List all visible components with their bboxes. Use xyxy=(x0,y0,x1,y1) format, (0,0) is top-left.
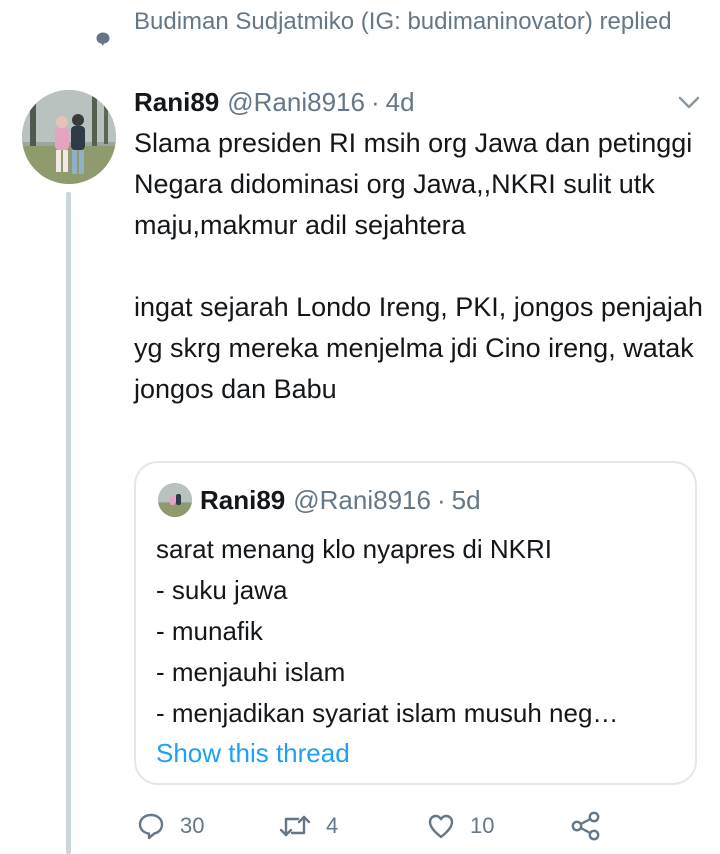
quoted-timestamp: 5d xyxy=(451,484,481,515)
reply-button[interactable]: 30 xyxy=(136,806,204,846)
quoted-header: Rani89 @Rani8916 · 5d xyxy=(200,481,481,519)
quoted-author-name: Rani89 xyxy=(200,484,286,515)
chevron-down-icon[interactable] xyxy=(678,96,700,110)
show-thread-link[interactable]: Show this thread xyxy=(156,735,350,771)
share-icon xyxy=(570,811,602,841)
reply-count: 30 xyxy=(180,813,205,838)
reply-icon xyxy=(136,811,166,841)
quoted-tweet-text: sarat menang klo nyapres di NKRI - suku … xyxy=(156,534,619,728)
share-button[interactable] xyxy=(570,806,602,846)
like-button[interactable]: 10 xyxy=(426,806,494,846)
quoted-separator-dot: · xyxy=(436,484,446,515)
quoted-author-handle: @Rani8916 xyxy=(293,484,431,515)
retweet-button[interactable]: 4 xyxy=(278,806,338,846)
replied-context[interactable]: Budiman Sudjatmiko (IG: budimaninovator)… xyxy=(134,4,694,40)
tweet-header: Rani89 @Rani8916 · 4d xyxy=(134,84,415,120)
timestamp[interactable]: 4d xyxy=(386,87,415,118)
action-bar: 30 4 10 xyxy=(134,806,614,846)
quoted-avatar xyxy=(158,483,192,517)
retweet-count: 4 xyxy=(326,813,339,838)
like-count: 10 xyxy=(470,813,495,838)
separator-dot: · xyxy=(370,86,380,117)
reply-bubble-icon xyxy=(95,31,111,47)
heart-icon xyxy=(426,811,456,841)
thread-line xyxy=(66,192,71,854)
quoted-tweet-card[interactable]: Rani89 @Rani8916 · 5d sarat menang klo n… xyxy=(134,461,697,785)
retweet-icon xyxy=(278,811,312,841)
avatar[interactable] xyxy=(22,90,116,184)
author-handle[interactable]: @Rani8916 xyxy=(227,87,365,118)
author-name[interactable]: Rani89 xyxy=(134,87,219,118)
tweet-text: Slama presiden RI msih org Jawa dan peti… xyxy=(134,128,703,404)
